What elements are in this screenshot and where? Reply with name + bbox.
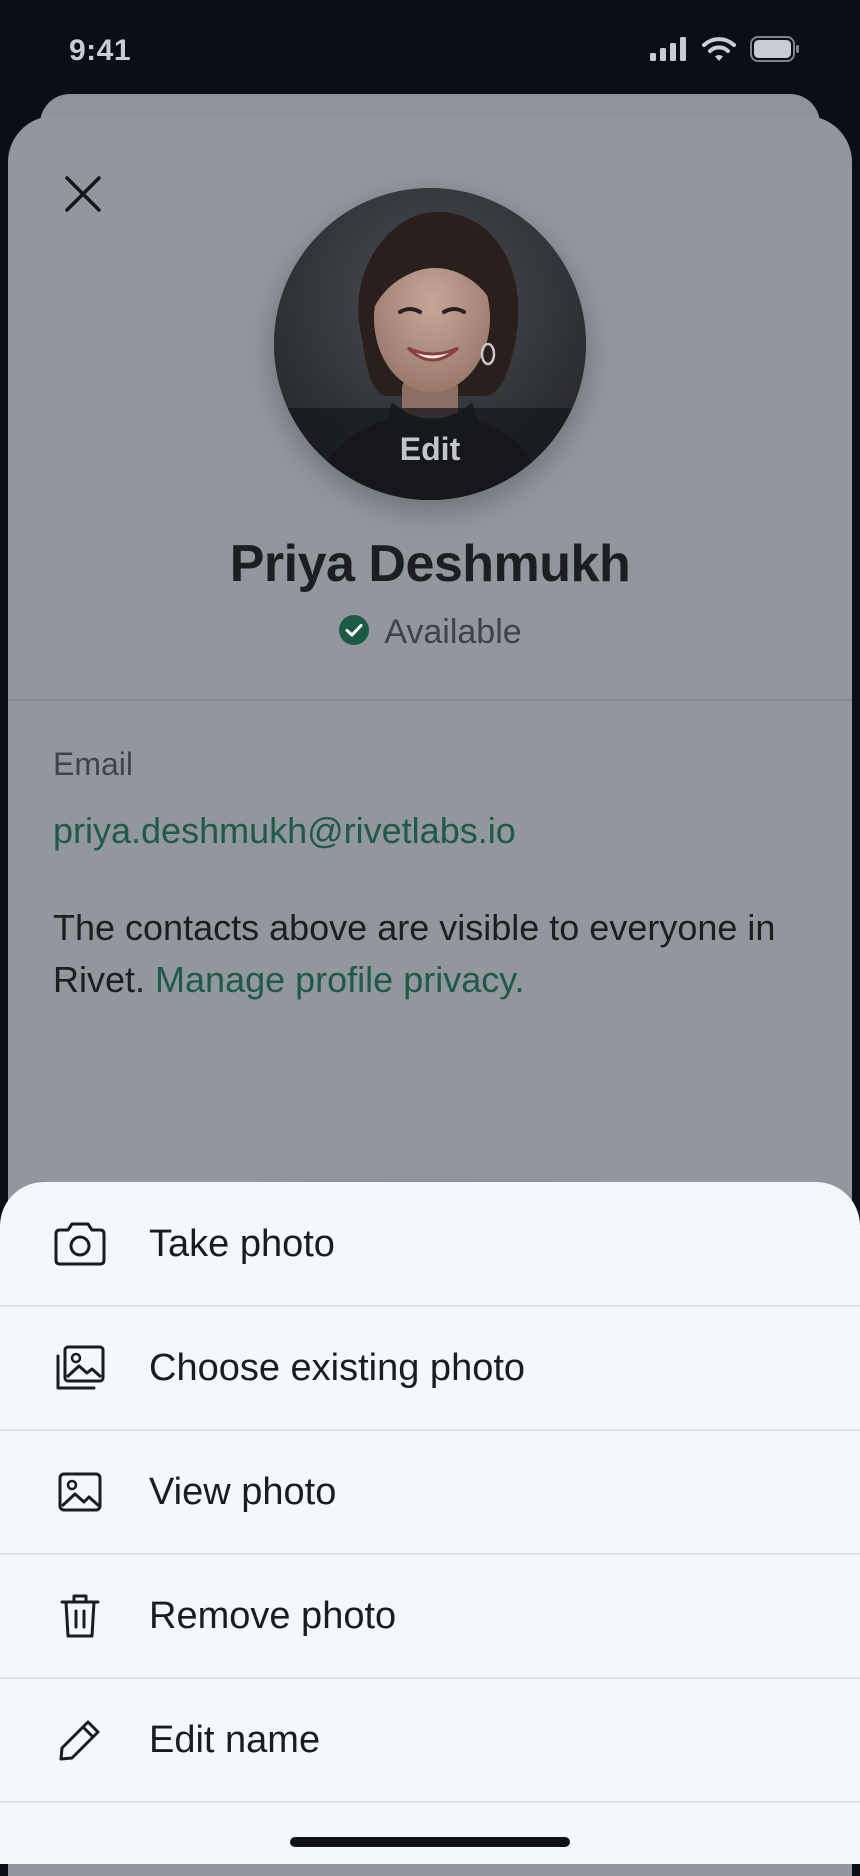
choose-existing-photo-button[interactable]: Choose existing photo bbox=[0, 1306, 860, 1430]
manage-privacy-link[interactable]: Manage profile privacy. bbox=[155, 959, 525, 1000]
remove-photo-label: Remove photo bbox=[149, 1594, 397, 1637]
camera-icon bbox=[50, 1214, 110, 1274]
cellular-signal-icon bbox=[650, 37, 688, 66]
email-link[interactable]: priya.deshmukh@rivetlabs.io bbox=[53, 810, 516, 852]
pencil-icon bbox=[50, 1710, 110, 1770]
edit-name-label: Edit name bbox=[149, 1718, 321, 1761]
status-time: 9:41 bbox=[69, 34, 132, 67]
take-photo-label: Take photo bbox=[149, 1222, 335, 1265]
battery-icon bbox=[750, 36, 800, 67]
separator bbox=[0, 1801, 860, 1803]
trash-icon bbox=[50, 1586, 110, 1646]
view-photo-label: View photo bbox=[149, 1470, 337, 1513]
edit-name-button[interactable]: Edit name bbox=[0, 1678, 860, 1802]
status-row: Available bbox=[8, 613, 852, 652]
close-button[interactable] bbox=[48, 161, 118, 231]
checkmark-circle-icon bbox=[338, 614, 370, 651]
home-indicator[interactable] bbox=[290, 1837, 570, 1847]
close-icon bbox=[63, 174, 103, 219]
take-photo-button[interactable]: Take photo bbox=[0, 1182, 860, 1306]
choose-existing-photo-label: Choose existing photo bbox=[149, 1346, 526, 1389]
view-photo-button[interactable]: View photo bbox=[0, 1430, 860, 1554]
profile-name: Priya Deshmukh bbox=[229, 535, 631, 593]
status-text: Available bbox=[384, 613, 522, 651]
divider bbox=[8, 699, 852, 701]
email-label: Email bbox=[53, 746, 134, 782]
privacy-note: The contacts above are visible to everyo… bbox=[53, 902, 833, 1006]
avatar[interactable]: Edit bbox=[274, 188, 586, 500]
wifi-icon bbox=[702, 36, 736, 67]
photo-action-sheet: Take photo Choose existing photo View ph… bbox=[0, 1182, 860, 1864]
status-icons bbox=[650, 36, 800, 67]
photo-library-icon bbox=[50, 1338, 110, 1398]
avatar-edit-label[interactable]: Edit bbox=[274, 408, 586, 500]
status-bar: 9:41 bbox=[0, 0, 860, 100]
remove-photo-button[interactable]: Remove photo bbox=[0, 1554, 860, 1678]
image-icon bbox=[50, 1462, 110, 1522]
